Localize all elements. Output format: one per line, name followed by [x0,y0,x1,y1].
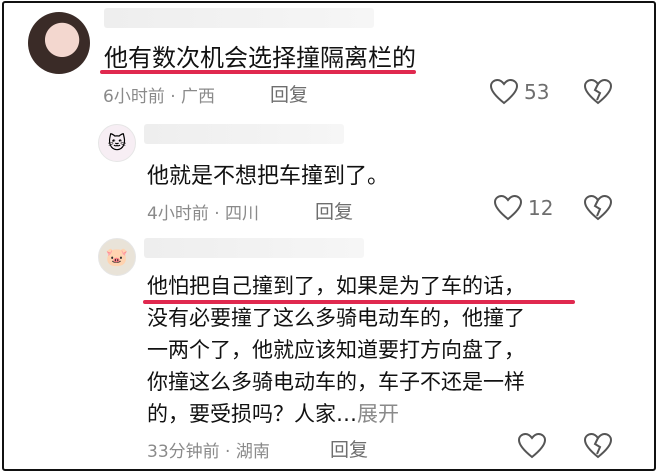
highlight-underline [100,70,416,74]
comment-time: 6小时前 [103,87,165,107]
avatar[interactable] [28,12,90,74]
reply-button[interactable]: 回复 [270,80,308,107]
username-redacted [144,238,364,258]
comment-time: 4小时前 [147,204,209,224]
broken-heart-icon [584,433,612,459]
like-button[interactable]: 12 [494,195,553,221]
broken-heart-icon [584,195,612,221]
comment-text: 他有数次机会选择撞隔离栏的 [104,44,416,72]
comment-line-last: 的，要受损吗？人家…展开 [147,398,525,430]
like-count: 12 [528,196,554,220]
comment-line: 一两个了，他就应该知道要打方向盘了， [147,338,525,362]
comment-meta: 33分钟前 · 湖南 [147,437,270,462]
comment-location: 广西 [181,87,216,107]
comment-line: 的，要受损吗？人家… [147,402,357,426]
comment-time: 33分钟前 [147,442,220,462]
avatar[interactable]: 🐷 [98,238,136,276]
comment-meta: 4小时前 · 四川 [147,199,259,224]
heart-outline-icon [518,433,546,459]
dislike-button[interactable] [584,79,612,105]
avatar[interactable]: 🐱 [98,124,136,162]
comment-location: 湖南 [235,442,270,462]
comment-line: 没有必要撞了这么多骑电动车的，他撞了 [147,306,525,330]
highlight-underline [143,300,575,304]
meta-separator: · [219,442,236,462]
heart-outline-icon [490,79,518,105]
comment-meta: 6小时前 · 广西 [103,82,215,107]
expand-link[interactable]: 展开 [357,402,399,426]
reply-button[interactable]: 回复 [315,197,353,224]
meta-separator: · [164,87,182,107]
meta-separator: · [208,204,226,224]
dislike-button[interactable] [584,195,612,221]
comment-text-block: 他怕把自己撞到了，如果是为了车的话， 没有必要撞了这么多骑电动车的，他撞了 一两… [147,270,525,430]
like-count: 53 [524,80,550,104]
username-redacted [144,124,344,144]
heart-outline-icon [494,195,522,221]
comment-line: 他怕把自己撞到了，如果是为了车的话， [147,274,525,298]
comment-location: 四川 [225,204,260,224]
like-button[interactable] [518,433,546,459]
cat-face-icon: 🐱 [107,132,127,154]
reply-button[interactable]: 回复 [330,435,368,462]
like-button[interactable]: 53 [490,79,549,105]
comment-line: 你撞这么多骑电动车的，车子不还是一样 [147,370,525,394]
broken-heart-icon [584,79,612,105]
username-redacted [104,8,374,28]
dislike-button[interactable] [584,433,612,459]
cartoon-avatar-icon: 🐷 [105,246,129,268]
comment-text: 他就是不想把车撞到了。 [147,164,390,189]
